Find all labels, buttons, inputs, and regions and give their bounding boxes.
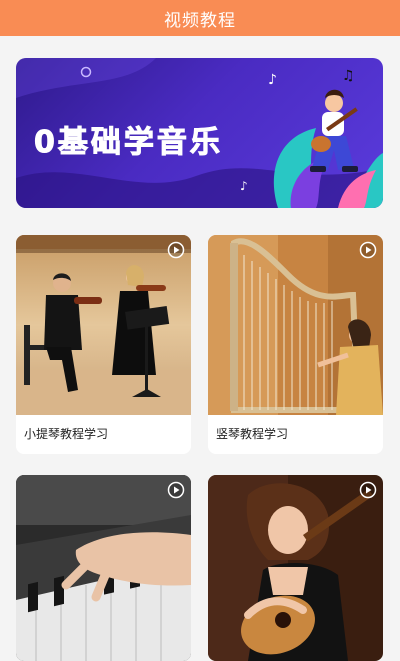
banner-title: 0基础学音乐 (34, 125, 223, 161)
play-circle-icon[interactable] (167, 241, 185, 259)
video-card-piano[interactable] (16, 475, 191, 661)
video-card-violin[interactable]: 小提琴教程学习 (16, 235, 191, 454)
banner[interactable]: ♪ ♪ ♫ 0基础学音乐 (16, 58, 383, 208)
card-caption: 竖琴教程学习 (216, 427, 289, 441)
thumbnail-harp (208, 235, 383, 415)
thumbnail-piano (16, 475, 191, 661)
app-header: 视频教程 (0, 0, 400, 36)
thumbnail-guitar (208, 475, 383, 661)
play-circle-icon[interactable] (359, 481, 377, 499)
video-card-harp[interactable]: 竖琴教程学习 (208, 235, 383, 454)
svg-text:♪: ♪ (240, 179, 248, 193)
card-caption: 小提琴教程学习 (24, 427, 109, 441)
video-card-guitar[interactable] (208, 475, 383, 661)
svg-text:♫: ♫ (342, 68, 355, 84)
thumbnail-violin (16, 235, 191, 415)
play-circle-icon[interactable] (359, 241, 377, 259)
page-title: 视频教程 (164, 10, 236, 31)
play-circle-icon[interactable] (167, 481, 185, 499)
svg-text:♪: ♪ (268, 72, 277, 88)
